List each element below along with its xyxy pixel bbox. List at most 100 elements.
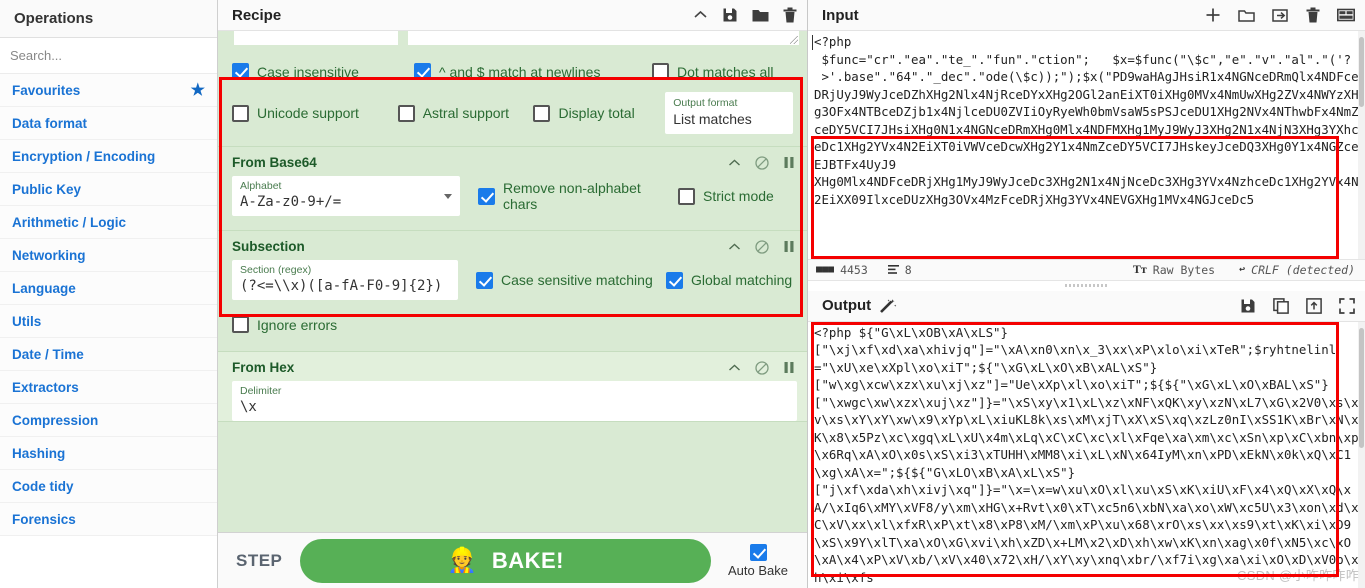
sidebar-item-forensics[interactable]: Forensics <box>0 503 217 536</box>
sidebar-item-data-format[interactable]: Data format <box>0 107 217 140</box>
step-button[interactable]: STEP <box>236 551 300 571</box>
recipe-op-from-hex[interactable]: From Hex Delimiter \x <box>218 352 807 422</box>
maximise-icon[interactable] <box>1339 297 1355 314</box>
recipe-op-regex[interactable]: Case insensitive ^ and $ match at newlin… <box>218 31 807 147</box>
sidebar-item-arithmetic-logic[interactable]: Arithmetic / Logic <box>0 206 217 239</box>
search-input[interactable]: Search... <box>0 38 217 74</box>
category-label: Arithmetic / Logic <box>12 214 127 230</box>
checkbox-label: Dot matches all <box>677 63 774 80</box>
builtin-regex-field[interactable] <box>234 31 398 45</box>
checkbox-display-total[interactable]: Display total <box>533 104 665 122</box>
checkbox-box[interactable] <box>232 104 249 122</box>
io-splitter[interactable] <box>808 280 1365 291</box>
chevron-up-icon[interactable] <box>728 242 741 252</box>
sidebar-item-utils[interactable]: Utils <box>0 305 217 338</box>
regex-checkbox-row-1: Case insensitive ^ and $ match at newlin… <box>218 55 807 88</box>
trash-icon[interactable] <box>783 7 797 23</box>
chevron-down-icon[interactable] <box>444 194 452 199</box>
checkbox-box[interactable] <box>478 187 495 205</box>
checkbox-case-insensitive[interactable]: Case insensitive <box>232 63 414 80</box>
input-eol[interactable]: ↩ CRLF (detected) <box>1239 263 1355 277</box>
replace-input-icon[interactable] <box>1306 297 1322 314</box>
magic-wand-icon[interactable] <box>879 298 897 314</box>
checkbox-box[interactable] <box>533 104 551 122</box>
text-cursor <box>812 35 813 50</box>
category-label: Language <box>12 280 76 296</box>
input-length: ■■■ 4453 <box>816 263 868 277</box>
checkbox-box[interactable] <box>414 63 431 80</box>
checkbox-box[interactable] <box>666 271 683 289</box>
input-encoding[interactable]: Tᴛ Raw Bytes <box>1133 262 1215 277</box>
checkbox-dot-matches-all[interactable]: Dot matches all <box>652 63 773 80</box>
trash-icon[interactable] <box>1306 7 1320 23</box>
sidebar-item-extractors[interactable]: Extractors <box>0 371 217 404</box>
folder-open-icon[interactable] <box>1238 8 1255 23</box>
open-file-icon[interactable] <box>1272 8 1289 23</box>
checkbox-box[interactable] <box>397 104 415 122</box>
sidebar-item-hashing[interactable]: Hashing <box>0 437 217 470</box>
copy-icon[interactable] <box>1273 297 1289 314</box>
save-icon[interactable] <box>722 7 738 23</box>
disable-icon[interactable] <box>755 155 769 170</box>
section-regex-input[interactable]: Section (regex) (?<=\\x)([a-fA-F0-9]{2}) <box>232 260 458 300</box>
input-textarea[interactable]: <?php $func="cr"."ea"."te_"."fun"."ction… <box>808 31 1365 259</box>
sidebar-item-encryption-encoding[interactable]: Encryption / Encoding <box>0 140 217 173</box>
sidebar-item-public-key[interactable]: Public Key <box>0 173 217 206</box>
sidebar-item-date-time[interactable]: Date / Time <box>0 338 217 371</box>
input-lines: 8 <box>887 263 912 277</box>
checkbox-case-sensitive-matching[interactable]: Case sensitive matching <box>476 271 666 289</box>
category-label: Date / Time <box>12 346 84 362</box>
recipe-op-from-base64[interactable]: From Base64 Alphabet A-Za-z0-9+/= Remove… <box>218 147 807 231</box>
output-panel: Output <?php ${"G\xL\xOB\xA\xLS"} ["\xj\… <box>808 290 1365 588</box>
disable-icon[interactable] <box>755 360 769 375</box>
sidebar-item-networking[interactable]: Networking <box>0 239 217 272</box>
folder-icon[interactable] <box>752 8 769 23</box>
pause-icon[interactable] <box>783 361 795 374</box>
disable-icon[interactable] <box>755 239 769 254</box>
checkbox-caret-dollar-newlines[interactable]: ^ and $ match at newlines <box>414 63 652 80</box>
save-icon[interactable] <box>1240 298 1256 314</box>
sidebar-item-compression[interactable]: Compression <box>0 404 217 437</box>
checkbox-box[interactable] <box>476 271 493 289</box>
sidebar-item-favourites[interactable]: Favourites ★ <box>0 74 217 107</box>
auto-bake-toggle[interactable]: Auto Bake <box>711 543 797 578</box>
checkbox-box[interactable] <box>232 316 249 333</box>
pause-icon[interactable] <box>783 240 795 253</box>
pause-icon[interactable] <box>783 156 795 169</box>
chevron-up-icon[interactable] <box>728 158 741 168</box>
recipe-op-subsection[interactable]: Subsection Section (regex) (?<=\\x)([a-f… <box>218 231 807 352</box>
input-scrollbar[interactable] <box>1358 31 1365 259</box>
checkbox-label: ^ and $ match at newlines <box>439 63 601 80</box>
lines-icon <box>887 265 899 274</box>
chevron-up-icon[interactable] <box>693 9 708 21</box>
delimiter-select[interactable]: Delimiter \x <box>232 381 797 421</box>
output-scrollbar[interactable] <box>1358 321 1365 588</box>
bake-button[interactable]: 👷 BAKE! <box>300 538 711 583</box>
sidebar-item-code-tidy[interactable]: Code tidy <box>0 470 217 503</box>
font-icon: Tᴛ <box>1132 262 1147 276</box>
checkbox-box[interactable] <box>652 63 669 80</box>
regex-textarea[interactable] <box>408 31 799 45</box>
checkbox-label: Global matching <box>691 272 793 288</box>
sidebar-item-language[interactable]: Language <box>0 272 217 305</box>
alphabet-select[interactable]: Alphabet A-Za-z0-9+/= <box>232 176 460 216</box>
checkbox-box[interactable] <box>749 543 767 561</box>
from-base64-args: Alphabet A-Za-z0-9+/= Remove non-alphabe… <box>218 172 807 230</box>
output-textarea[interactable]: <?php ${"G\xL\xOB\xA\xLS"} ["\xj\xf\xd\x… <box>808 321 1365 588</box>
checkbox-unicode-support[interactable]: Unicode support <box>232 104 398 122</box>
checkbox-box[interactable] <box>678 187 695 205</box>
chevron-up-icon[interactable] <box>728 363 741 373</box>
checkbox-remove-non-alphabet-chars[interactable]: Remove non-alphabet chars <box>478 180 664 212</box>
checkbox-global-matching[interactable]: Global matching <box>666 271 793 289</box>
operations-pane: Operations Search... Favourites ★ Data f… <box>0 0 218 588</box>
checkbox-strict-mode[interactable]: Strict mode <box>678 187 774 205</box>
output-format-select[interactable]: Output format List matches <box>665 92 794 134</box>
subsection-header: Subsection <box>218 231 807 256</box>
checkbox-ignore-errors[interactable]: Ignore errors <box>232 316 337 333</box>
alphabet-label: Alphabet <box>240 180 282 192</box>
add-icon[interactable] <box>1205 7 1221 23</box>
checkbox-box[interactable] <box>232 63 249 80</box>
tabs-icon[interactable] <box>1337 8 1355 22</box>
checkbox-astral-support[interactable]: Astral support <box>397 104 534 122</box>
section-regex-label: Section (regex) <box>240 264 312 276</box>
